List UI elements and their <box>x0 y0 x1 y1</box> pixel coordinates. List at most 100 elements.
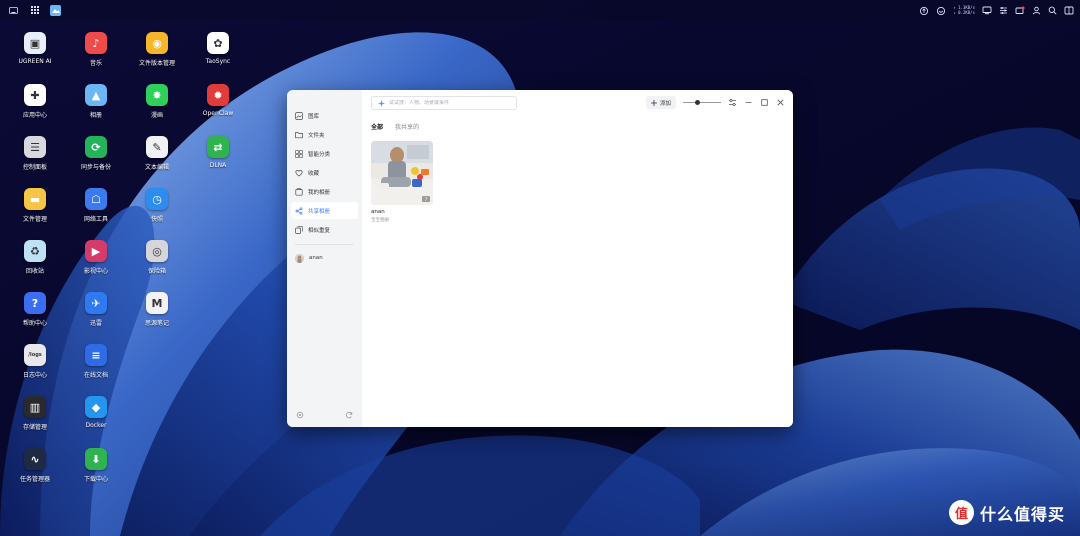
settings-gear-icon[interactable] <box>296 411 304 419</box>
desktop-app-label: TaoSync <box>205 58 231 65</box>
sidebar-item-gallery[interactable]: 图库 <box>291 107 358 124</box>
taskbar-photos-app[interactable] <box>50 4 61 16</box>
sidebar-item-label: 图库 <box>308 113 320 120</box>
album-cover[interactable]: 7 <box>371 141 433 205</box>
desktop-app-file-version[interactable]: ◉ 文件版本管理 <box>127 32 187 82</box>
tab-all[interactable]: 全部 <box>371 122 383 131</box>
settings-sliders-icon[interactable] <box>999 6 1008 15</box>
desktop-app-download-center[interactable]: ⬇ 下载中心 <box>66 448 126 498</box>
desktop-app-help-center[interactable]: ? 帮助中心 <box>5 292 65 342</box>
user-icon[interactable] <box>1032 6 1041 15</box>
desktop-app-siyuan-notes[interactable]: M 思源笔记 <box>127 292 187 342</box>
network-tools-icon: ☖ <box>85 188 107 210</box>
photos-icon <box>52 8 60 13</box>
smzdm-watermark-text: 什么值得买 <box>980 504 1066 524</box>
sidebar-item-smart-category[interactable]: 智能分类 <box>291 145 358 162</box>
add-button[interactable]: 添加 <box>645 96 676 109</box>
desktop-app-ugreen-ai[interactable]: ▣ UGREEN AI <box>5 32 65 82</box>
desktop-app-storage-manager[interactable]: ▥ 存储管理 <box>5 396 65 446</box>
minimize-icon <box>745 102 752 103</box>
taosync-icon: ✿ <box>207 32 229 54</box>
desktop-app-sync-backup[interactable]: ⟳ 同步与备份 <box>66 136 126 186</box>
photos-icon: ▲ <box>85 84 107 106</box>
upload-cloud-icon[interactable] <box>919 6 929 15</box>
refresh-icon[interactable] <box>345 411 353 419</box>
sidebar-item-shared-albums[interactable]: 共享相册 <box>291 202 358 219</box>
desktop-app-network-tools[interactable]: ☖ 网络工具 <box>66 188 126 238</box>
desktop-app-label: 相册 <box>89 112 102 119</box>
close-button[interactable] <box>776 98 785 107</box>
monitor-icon[interactable] <box>982 6 992 15</box>
safe-box-icon: ◎ <box>146 240 168 262</box>
desktop-app-snapshot[interactable]: ◷ 快照 <box>127 188 187 238</box>
desktop-app-control-panel[interactable]: ☰ 控制面板 <box>5 136 65 186</box>
sidebar-item-label: 共享相册 <box>308 208 331 215</box>
online-docs-icon: ≡ <box>85 344 107 366</box>
shared-albums-icon <box>295 206 303 215</box>
control-panel-icon: ☰ <box>24 136 46 158</box>
shared-album-card[interactable]: 7 anan 宝宝相册 <box>371 141 433 223</box>
search-icon[interactable] <box>1048 6 1057 15</box>
desktop-app-label: 音乐 <box>89 60 102 67</box>
desktop-app-text-editor[interactable]: ✎ 文本编辑 <box>127 136 187 186</box>
notification-icon[interactable] <box>1015 6 1025 15</box>
ai-sparkle-icon <box>378 99 385 107</box>
desktop-app-label: 漫画 <box>150 112 163 119</box>
minimize-button[interactable] <box>744 98 753 107</box>
desktop-app-docker[interactable]: ◆ Docker <box>66 396 126 446</box>
desktop-app-label: 应用中心 <box>22 112 47 119</box>
desktop-app-label: 网络工具 <box>83 216 108 223</box>
app-launcher-button[interactable] <box>28 4 42 16</box>
search-input[interactable] <box>389 100 509 106</box>
task-manager-icon: ∿ <box>24 448 46 470</box>
desktop-app-app-center[interactable]: ✚ 应用中心 <box>5 84 65 134</box>
ugreen-ai-icon: ▣ <box>24 32 46 54</box>
sidebar-item-my-albums[interactable]: 我的相册 <box>291 183 358 200</box>
music-icon: ♪ <box>85 32 107 54</box>
baby-photo-avatar-icon <box>295 253 304 263</box>
desktop-app-recycle-bin[interactable]: ♻ 回收站 <box>5 240 65 290</box>
sidebar-item-similar-duplicates[interactable]: 相似重复 <box>291 221 358 238</box>
thumbnail-size-slider[interactable] <box>683 99 721 107</box>
desktop-app-label: 日志中心 <box>22 372 47 379</box>
plus-icon <box>650 99 657 106</box>
desktop-app-log-center[interactable]: /logs 日志中心 <box>5 344 65 394</box>
text-editor-icon: ✎ <box>146 136 168 158</box>
download-cloud-icon[interactable] <box>936 6 946 15</box>
desktop-app-thunder[interactable]: ✈ 迅雷 <box>66 292 126 342</box>
desktop-app-comic[interactable]: ✸ 漫画 <box>127 84 187 134</box>
desktop-app-openclaw[interactable]: ✹ OpenClaw <box>188 84 248 134</box>
log-center-icon: /logs <box>24 344 46 366</box>
desktop-app-label: 控制面板 <box>22 164 47 171</box>
show-desktop-button[interactable] <box>6 4 20 16</box>
widgets-icon[interactable] <box>1064 6 1074 15</box>
thunder-icon: ✈ <box>85 292 107 314</box>
slider-knob[interactable] <box>695 100 700 105</box>
desktop-app-label: 下载中心 <box>83 476 108 483</box>
search-box[interactable] <box>371 96 517 110</box>
sidebar-item-folder[interactable]: 文件夹 <box>291 126 358 143</box>
desktop-app-video-center[interactable]: ▶ 影视中心 <box>66 240 126 290</box>
snapshot-icon: ◷ <box>146 188 168 210</box>
desktop-icon <box>8 6 18 14</box>
sidebar-item-favorite-heart[interactable]: 收藏 <box>291 164 358 181</box>
desktop-app-taosync[interactable]: ✿ TaoSync <box>188 32 248 82</box>
maximize-button[interactable] <box>760 98 769 107</box>
sidebar-user[interactable]: anan <box>291 251 358 265</box>
desktop-app-online-docs[interactable]: ≡ 在线文档 <box>66 344 126 394</box>
help-center-icon: ? <box>24 292 46 314</box>
desktop-app-file-manager[interactable]: ▬ 文件管理 <box>5 188 65 238</box>
my-albums-icon <box>295 187 303 196</box>
desktop-app-dlna[interactable]: ⇄ DLNA <box>188 136 248 186</box>
video-center-icon: ▶ <box>85 240 107 262</box>
view-options-icon[interactable] <box>728 98 737 107</box>
desktop-app-label: 任务管理器 <box>19 476 50 483</box>
window-toolbar: 添加 <box>645 96 785 109</box>
desktop-app-music[interactable]: ♪ 音乐 <box>66 32 126 82</box>
desktop-app-photos[interactable]: ▲ 相册 <box>66 84 126 134</box>
tab-shared-by-me[interactable]: 我共享的 <box>395 122 419 131</box>
top-menu-bar: ↑ 1.3KB/s ↓ 0.2KB/s <box>0 0 1080 20</box>
desktop-app-safe-box[interactable]: ◎ 保险箱 <box>127 240 187 290</box>
desktop-app-task-manager[interactable]: ∿ 任务管理器 <box>5 448 65 498</box>
desktop-app-label: 迅雷 <box>89 320 102 327</box>
